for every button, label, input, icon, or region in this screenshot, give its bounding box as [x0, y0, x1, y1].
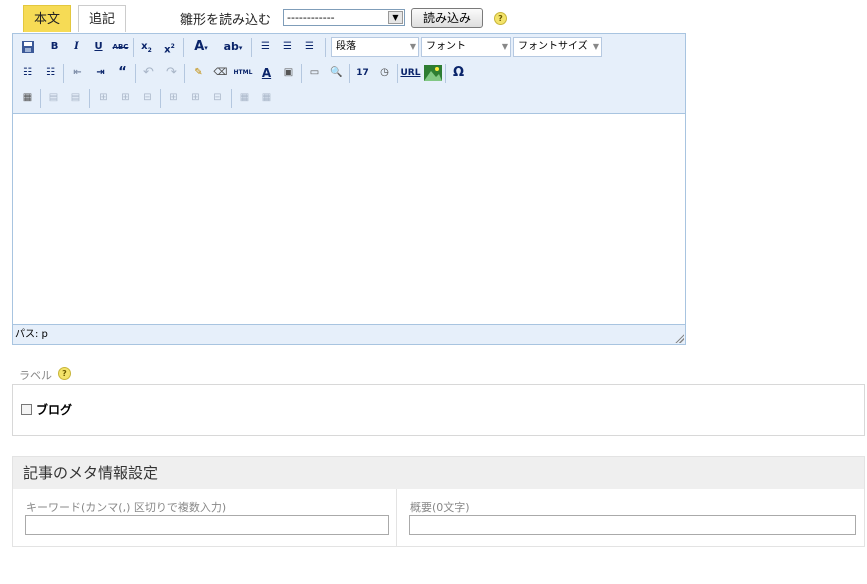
tab-additional-text[interactable]: 追記	[78, 5, 126, 32]
rich-text-editor: B I U ABC x2 x2 A▾ ab▾ ☰ ☰ ☰ 段落 ▼ フォント ▼ フ…	[12, 33, 686, 345]
underline-icon[interactable]: U	[88, 37, 109, 58]
col-after-icon[interactable]: ⊞	[185, 88, 206, 109]
insert-table-icon[interactable]: ▦	[17, 88, 38, 109]
load-template-button[interactable]: 読み込み	[411, 8, 483, 28]
highlight-color-icon[interactable]: ab▾	[218, 37, 248, 58]
font-select[interactable]: フォント ▼	[421, 37, 511, 57]
fullscreen-icon[interactable]: ▭	[304, 63, 325, 84]
redo-icon[interactable]: ↷	[161, 63, 182, 84]
chevron-down-icon: ▼	[592, 42, 599, 51]
meta-settings-box: 記事のメタ情報設定 キーワード(カンマ(,) 区切りで複数入力) 概要(0文字)	[12, 456, 865, 547]
italic-icon[interactable]: I	[66, 37, 87, 58]
insert-link-icon[interactable]: URL	[400, 63, 421, 84]
align-justify-icon[interactable]: ☰	[299, 37, 320, 58]
label-box: ブログ	[12, 384, 865, 436]
keywords-label: キーワード(カンマ(,) 区切りで複数入力)	[26, 501, 227, 514]
col-before-icon[interactable]: ⊞	[163, 88, 184, 109]
table-row-props-icon[interactable]: ▤	[43, 88, 64, 109]
status-path: パス: p	[15, 329, 48, 340]
save-icon[interactable]	[17, 37, 38, 58]
delete-col-icon[interactable]: ⊟	[207, 88, 228, 109]
label-checkbox-text: ブログ	[36, 403, 73, 417]
strikethrough-icon[interactable]: ABC	[110, 37, 131, 58]
align-left-icon[interactable]: ☰	[255, 37, 276, 58]
insert-image-icon[interactable]	[422, 63, 443, 84]
font-style-icon[interactable]: A	[256, 63, 277, 84]
indent-icon[interactable]: ⇥	[90, 63, 111, 84]
summary-input[interactable]	[409, 515, 856, 535]
template-select[interactable]: ------------ ▼	[283, 9, 405, 26]
chevron-down-icon: ▼	[409, 42, 416, 51]
superscript-icon[interactable]: x2	[159, 37, 180, 58]
special-char-omega-icon[interactable]: Ω	[448, 63, 469, 84]
chevron-down-icon: ▼	[388, 11, 403, 24]
editor-statusbar: パス: p	[13, 324, 685, 344]
cleanup-broom-icon[interactable]: ✎	[188, 63, 209, 84]
eraser-icon[interactable]: ⌫	[210, 63, 231, 84]
keywords-input[interactable]	[25, 515, 389, 535]
paste-icon[interactable]: ▣	[278, 63, 299, 84]
bold-icon[interactable]: B	[44, 37, 65, 58]
text-color-icon[interactable]: A▾	[186, 37, 216, 58]
undo-icon[interactable]: ↶	[138, 63, 159, 84]
row-before-icon[interactable]: ⊞	[93, 88, 114, 109]
resize-handle-icon[interactable]	[675, 334, 684, 343]
help-icon[interactable]: ?	[58, 367, 71, 380]
numbered-list-icon[interactable]: ☷	[40, 63, 61, 84]
subscript-icon[interactable]: x2	[136, 37, 157, 58]
format-select-value: 段落	[336, 41, 356, 52]
help-icon[interactable]: ?	[494, 12, 507, 25]
preview-icon[interactable]: 🔍	[326, 63, 347, 84]
editor-content-area[interactable]	[13, 114, 685, 323]
insert-time-icon[interactable]: ◷	[374, 63, 395, 84]
meta-section-title: 記事のメタ情報設定	[13, 457, 864, 489]
merge-cells-icon[interactable]: ▦	[256, 88, 277, 109]
split-cells-icon[interactable]: ▦	[234, 88, 255, 109]
template-label: 雛形を読み込む	[180, 13, 272, 28]
outdent-icon[interactable]: ⇤	[67, 63, 88, 84]
align-center-icon[interactable]: ☰	[277, 37, 298, 58]
bullet-list-icon[interactable]: ☷	[17, 63, 38, 84]
editor-toolbar: B I U ABC x2 x2 A▾ ab▾ ☰ ☰ ☰ 段落 ▼ フォント ▼ フ…	[13, 34, 685, 114]
label-section-title: ラベル	[19, 369, 52, 382]
tab-main-text[interactable]: 本文	[23, 5, 71, 32]
delete-row-icon[interactable]: ⊟	[137, 88, 158, 109]
template-select-value: ------------	[287, 11, 335, 24]
table-cell-props-icon[interactable]: ▤	[65, 88, 86, 109]
chevron-down-icon: ▼	[501, 42, 508, 51]
format-select[interactable]: 段落 ▼	[331, 37, 419, 57]
fontsize-select[interactable]: フォントサイズ ▼	[513, 37, 602, 57]
label-checkbox-blog[interactable]	[21, 404, 32, 415]
html-source-icon[interactable]: HTML	[231, 63, 255, 84]
blockquote-icon[interactable]: “	[112, 63, 133, 84]
fontsize-select-value: フォントサイズ	[518, 41, 588, 52]
row-after-icon[interactable]: ⊞	[115, 88, 136, 109]
summary-label: 概要(0文字)	[410, 501, 470, 514]
font-select-value: フォント	[426, 41, 466, 52]
insert-date-icon[interactable]: 17	[352, 63, 373, 84]
